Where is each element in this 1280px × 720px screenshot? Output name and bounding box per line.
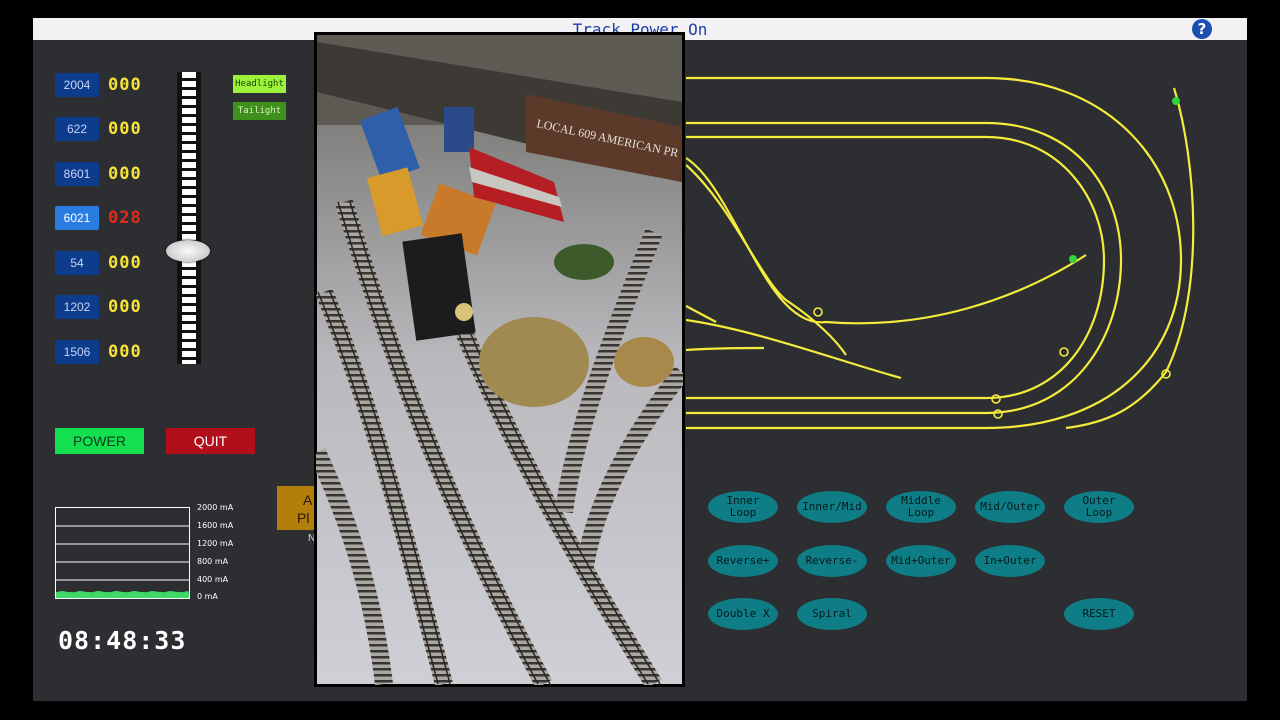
track-lines	[686, 76, 1195, 430]
sensor-green-2	[1172, 97, 1180, 105]
route-reverse-minus-button[interactable]: Reverse-	[797, 545, 867, 577]
partial-panel[interactable]: A Pl	[277, 486, 317, 530]
layout-photo: LOCAL 609 AMERICAN PR	[308, 30, 690, 689]
loco-speed-1202: 000	[108, 297, 142, 317]
loco-speed-8601: 000	[108, 164, 142, 184]
route-reverse-plus-button[interactable]: Reverse+	[708, 545, 778, 577]
route-double-x-button[interactable]: Double X	[708, 598, 778, 630]
power-button[interactable]: POWER	[55, 428, 144, 454]
turnout-2[interactable]	[1059, 347, 1069, 357]
meter-border	[55, 507, 190, 599]
help-icon[interactable]: ?	[1192, 19, 1212, 39]
meter-label-800: 800 mA	[197, 557, 229, 566]
throttle-knob[interactable]	[166, 240, 210, 262]
spiral-track	[1065, 87, 1195, 430]
route-reset-button[interactable]: RESET	[1064, 598, 1134, 630]
outer-loop-track	[686, 76, 1183, 430]
loco-speed-2004: 000	[108, 75, 142, 95]
taillight-button[interactable]: Tailight	[233, 102, 286, 120]
meter-label-0: 0 mA	[197, 592, 218, 601]
loco-button-1506[interactable]: 1506	[55, 340, 99, 364]
loco-button-622[interactable]: 622	[55, 117, 99, 141]
meter-label-1200: 1200 mA	[197, 539, 234, 548]
throttle-slider-track[interactable]	[177, 72, 201, 364]
inner-loop-track	[686, 157, 1087, 325]
partial-panel-line1: A	[303, 492, 313, 508]
throttle-rail-left	[177, 72, 182, 364]
turnout-markers	[813, 307, 1171, 419]
route-inner-loop-button[interactable]: Inner Loop	[708, 491, 778, 523]
freight-car	[444, 107, 474, 152]
turnout-1[interactable]	[813, 307, 823, 317]
quit-button[interactable]: QUIT	[166, 428, 255, 454]
headlight-button[interactable]: Headlight	[233, 75, 286, 93]
route-in-plus-outer-button[interactable]: In+Outer	[975, 545, 1045, 577]
loco-speed-622: 000	[108, 119, 142, 139]
route-outer-loop-button[interactable]: Outer Loop	[1064, 491, 1134, 523]
loco-speed-6021: 028	[108, 208, 142, 228]
sensor-green-1	[1069, 255, 1077, 263]
route-mid-plus-outer-button[interactable]: Mid+Outer	[886, 545, 956, 577]
current-meter-graph	[55, 507, 190, 599]
scenery-grass	[479, 317, 589, 407]
loco-button-8601[interactable]: 8601	[55, 162, 99, 186]
loco-speed-1506: 000	[108, 342, 142, 362]
meter-label-1600: 1600 mA	[197, 521, 234, 530]
meter-level-fill	[56, 590, 189, 598]
middle-loop-track	[686, 135, 1106, 400]
turnout-3[interactable]	[991, 394, 1001, 404]
route-mid-outer-button[interactable]: Mid/Outer	[975, 491, 1045, 523]
siding-track	[686, 346, 765, 352]
inner-branch-track	[686, 164, 847, 356]
route-inner-mid-button[interactable]: Inner/Mid	[797, 491, 867, 523]
locomotive-logo	[455, 303, 473, 321]
track-schematic	[686, 76, 1195, 430]
route-spiral-button[interactable]: Spiral	[797, 598, 867, 630]
route-middle-loop-button[interactable]: Middle Loop	[886, 491, 956, 523]
loco-button-6021[interactable]: 6021	[55, 206, 99, 230]
meter-label-2000: 2000 mA	[197, 503, 234, 512]
loco-button-1202[interactable]: 1202	[55, 295, 99, 319]
clock: 08:48:33	[58, 626, 187, 655]
loco-speed-54: 000	[108, 253, 142, 273]
loco-button-2004[interactable]: 2004	[55, 73, 99, 97]
loco-button-54[interactable]: 54	[55, 251, 99, 275]
mid-outer-track	[686, 121, 1123, 415]
camera-video-feed: LOCAL 609 AMERICAN PR	[308, 30, 690, 689]
scenery-bushes	[554, 244, 614, 280]
throttle-rail-right	[196, 72, 201, 364]
scenery-grass	[614, 337, 674, 387]
partial-panel-line2: Pl	[297, 510, 310, 526]
current-meter	[55, 505, 191, 601]
meter-label-400: 400 mA	[197, 575, 229, 584]
turnout-4[interactable]	[993, 409, 1003, 419]
